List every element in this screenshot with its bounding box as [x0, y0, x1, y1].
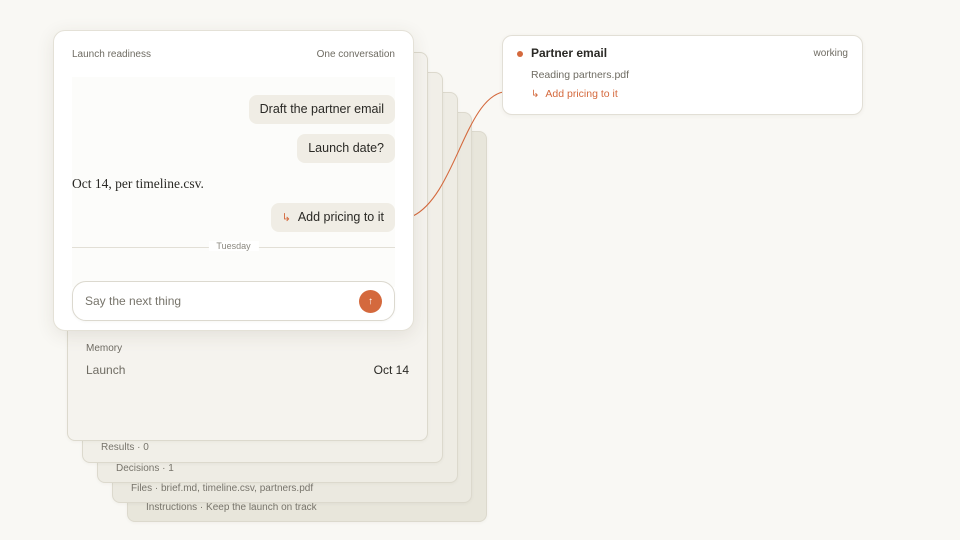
task-detail: Reading partners.pdf [531, 69, 630, 81]
instructions-label: Instructions · Keep the launch on track [146, 502, 317, 513]
memory-key: Launch [86, 363, 126, 377]
assistant-message: Oct 14, per timeline.csv. [72, 176, 204, 191]
message-input[interactable] [85, 282, 345, 320]
user-message-reply[interactable]: ↳ Add pricing to it [270, 203, 395, 232]
arrow-up-icon: ↑ [368, 296, 373, 307]
memory-row: Launch Oct 14 [86, 363, 409, 377]
status-dot-icon [517, 51, 523, 57]
memory-value: Oct 14 [373, 363, 409, 377]
message-composer[interactable]: ↑ [72, 281, 395, 321]
conversation-scope: One conversation [316, 49, 395, 60]
conversation-header: Launch readiness One conversation [72, 49, 395, 60]
message-list: Draft the partner email Launch date? Oct… [72, 77, 395, 287]
user-message: Draft the partner email [248, 95, 395, 124]
conversation-card: Launch readiness One conversation Draft … [53, 30, 414, 331]
date-divider-label: Tuesday [208, 241, 259, 251]
task-title: Partner email [531, 46, 608, 60]
user-message: Launch date? [297, 134, 395, 163]
user-message-text: Add pricing to it [297, 210, 384, 224]
memory-title: Memory [86, 343, 123, 354]
reply-arrow-icon: ↳ [531, 89, 540, 100]
reply-arrow-icon: ↳ [281, 212, 291, 224]
decisions-label: Decisions · 1 [116, 463, 174, 474]
task-subtask: ↳ Add pricing to it [531, 88, 618, 100]
task-status: working [813, 48, 848, 59]
files-label: Files · brief.md, timeline.csv, partners… [131, 483, 314, 494]
task-card[interactable]: Partner email working Reading partners.p… [502, 35, 863, 115]
send-button[interactable]: ↑ [359, 290, 382, 313]
results-label: Results · 0 [101, 442, 149, 453]
conversation-title: Launch readiness [72, 49, 151, 60]
task-subtask-label: Add pricing to it [545, 88, 618, 100]
